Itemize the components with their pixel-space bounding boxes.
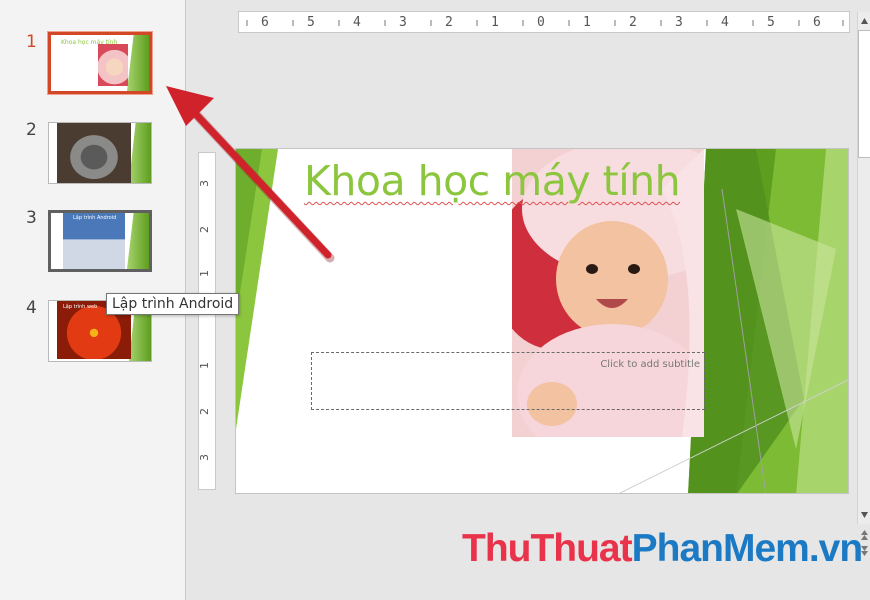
ruler-tick-label: 2 bbox=[198, 408, 211, 415]
thumbnail-baby-photo bbox=[98, 44, 128, 86]
thumbnail-decoration bbox=[129, 123, 151, 183]
subtitle-placeholder[interactable]: Click to add subtitle bbox=[311, 352, 705, 410]
ruler-tick-label: 1 bbox=[491, 15, 499, 30]
watermark-logo: ThuThuatPhanMem.vn bbox=[462, 527, 863, 571]
watermark-part: PhanMem bbox=[631, 527, 810, 570]
slide-number: 1 bbox=[26, 32, 37, 52]
ruler-tick-label: 1 bbox=[583, 15, 591, 30]
slide-number: 3 bbox=[26, 208, 37, 228]
slide-number: 4 bbox=[26, 298, 37, 318]
ruler-tick-label: 3 bbox=[198, 180, 211, 187]
slide-number: 2 bbox=[26, 120, 37, 140]
scroll-up-icon[interactable] bbox=[858, 14, 870, 28]
scroll-down-icon[interactable] bbox=[858, 508, 870, 522]
thumbnail-decoration bbox=[127, 35, 149, 91]
ruler-tick-label: 2 bbox=[198, 226, 211, 233]
slide-thumbnail-2[interactable] bbox=[48, 122, 152, 184]
ruler-tick-label: 4 bbox=[353, 15, 361, 30]
thumbnail-koala-photo bbox=[57, 123, 131, 183]
ruler-tick-label: 0 bbox=[537, 15, 545, 30]
ruler-tick-label: 2 bbox=[629, 15, 637, 30]
thumbnail-decoration bbox=[127, 213, 149, 269]
ruler-tick-label: 4 bbox=[721, 15, 729, 30]
ruler-tick-label: 6 bbox=[813, 15, 821, 30]
ruler-tick-label: 1 bbox=[198, 270, 211, 277]
ruler-tick-label: 6 bbox=[261, 15, 269, 30]
horizontal-ruler: 6 5 4 3 2 1 0 1 2 3 4 5 6 bbox=[238, 11, 850, 33]
vertical-scrollbar[interactable] bbox=[857, 12, 870, 524]
vertical-ruler: 3 2 1 1 2 3 bbox=[198, 152, 216, 490]
ruler-tick-label: 1 bbox=[198, 362, 211, 369]
slide-thumbnail-1[interactable]: Khoa học máy tính bbox=[48, 32, 152, 94]
thumbnail-penguin-photo bbox=[63, 213, 125, 269]
slide-title[interactable]: Khoa học máy tính bbox=[304, 157, 681, 205]
ruler-tick-label: 5 bbox=[307, 15, 315, 30]
ruler-tick-label: 3 bbox=[675, 15, 683, 30]
slide-thumbnail-3[interactable]: Lập trình Android bbox=[48, 210, 152, 272]
ruler-tick-label: 5 bbox=[767, 15, 775, 30]
ruler-tick-label: 3 bbox=[198, 454, 211, 461]
thumbnail-tooltip: Lập trình Android bbox=[106, 293, 240, 315]
watermark-part: ThuThuat bbox=[462, 527, 633, 570]
watermark-part: .vn bbox=[808, 527, 863, 570]
subtitle-placeholder-text: Click to add subtitle bbox=[600, 359, 700, 370]
ruler-tick-label: 3 bbox=[399, 15, 407, 30]
slide-canvas[interactable]: Khoa học máy tính Click to add subtitle bbox=[235, 148, 849, 494]
ruler-marks bbox=[246, 20, 844, 26]
thumbnail-title: Lập trình Android bbox=[73, 215, 117, 221]
scrollbar-thumb[interactable] bbox=[858, 30, 870, 158]
thumbnail-title: Lập trình web bbox=[63, 304, 98, 310]
ruler-tick-label: 2 bbox=[445, 15, 453, 30]
